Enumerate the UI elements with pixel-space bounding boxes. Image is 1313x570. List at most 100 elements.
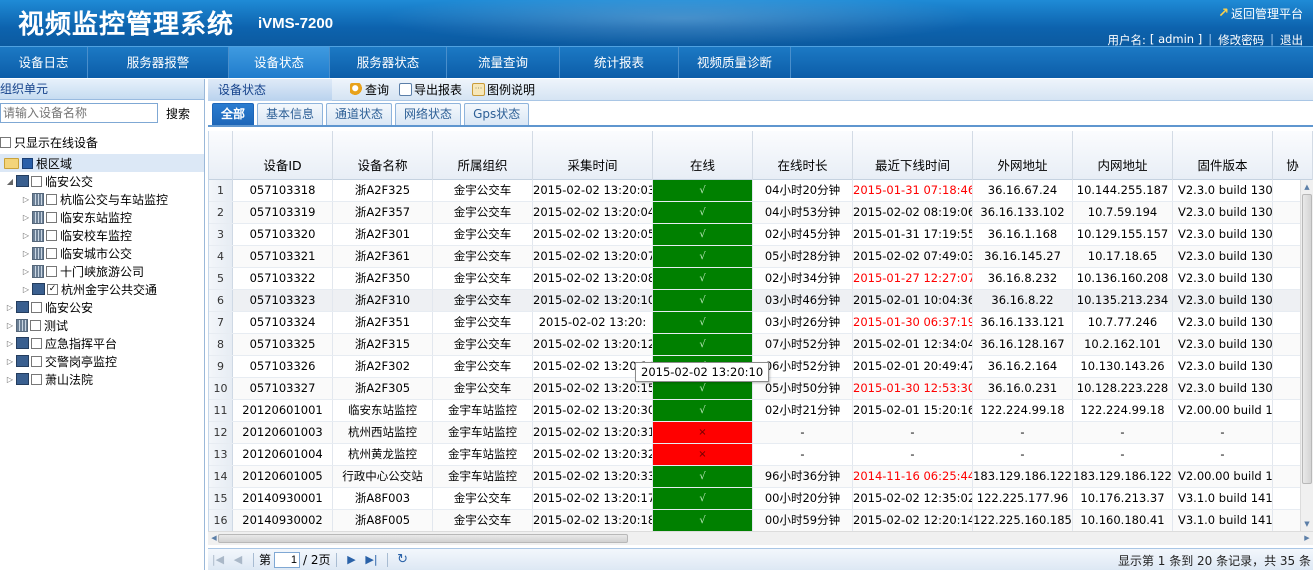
legend-button[interactable]: ··· 图例说明 [472,81,535,98]
table-row[interactable]: 4 057103321 浙A2F361 金宇公交车 2015-02-02 13:20:0… [209,246,1313,268]
tree-node[interactable]: ▷ 交警岗亭监控 [0,352,204,370]
table-row[interactable]: 16 20140930002 浙A8F005 金宇公交车 2015-02-02 13:2… [209,510,1313,531]
tree-node[interactable]: 根区域 [0,154,204,172]
vertical-scroll-thumb[interactable] [1302,194,1312,484]
col-header-wan-address[interactable]: 外网地址 [973,131,1073,180]
col-header-online-duration[interactable]: 在线时长 [753,131,853,180]
tree-node[interactable]: ▷ 临安东站监控 [0,208,204,226]
table-row[interactable]: 11 20120601001 临安东站监控 金宇车站监控 2015-02-02 13:2… [209,400,1313,422]
tab-basic-info[interactable]: 基本信息 [257,103,324,125]
tab-gps-status[interactable]: Gps状态 [464,103,530,125]
expand-icon[interactable]: ▷ [4,303,16,312]
expand-icon[interactable]: ▷ [20,195,32,204]
tree-checkbox[interactable] [46,247,57,259]
expand-icon[interactable]: ▷ [20,231,32,240]
tab-all[interactable]: 全部 [212,103,255,125]
table-row[interactable]: 5 057103322 浙A2F350 金宇公交车 2015-02-02 13:20:0… [209,268,1313,290]
tree-checkbox[interactable] [31,337,42,349]
col-header-protocol[interactable]: 协 [1273,131,1313,180]
logout-link[interactable]: 退出 [1276,32,1307,46]
tree-checkbox[interactable] [31,175,42,187]
tree-checkbox[interactable] [46,265,57,277]
expand-icon[interactable]: ▷ [20,267,32,276]
nav-device-status[interactable]: 设备状态 [229,47,330,78]
col-header-online[interactable]: 在线 [653,131,753,180]
col-header-last-offline[interactable]: 最近下线时间 [853,131,973,180]
col-header-collect-time[interactable]: 采集时间 [533,131,653,180]
expand-icon[interactable]: ▷ [20,213,32,222]
scroll-up-icon[interactable]: ▲ [1301,181,1313,193]
scroll-right-icon[interactable]: ▶ [1301,532,1313,545]
tree-node[interactable]: ▷ 测试 [0,316,204,334]
nav-server-status[interactable]: 服务器状态 [330,47,447,78]
horizontal-scrollbar[interactable]: ◀ ▶ [208,531,1313,545]
tree-node[interactable]: ◢ 临安公交 [0,172,204,190]
col-header-device-name[interactable]: 设备名称 [333,131,433,180]
expand-icon[interactable]: ▷ [4,375,16,384]
table-row[interactable]: 7 057103324 浙A2F351 金宇公交车 2015-02-02 13:20: √… [209,312,1313,334]
scroll-down-icon[interactable]: ▼ [1301,518,1313,530]
tree-checkbox[interactable] [30,319,41,331]
col-header-device-id[interactable]: 设备ID [233,131,333,180]
export-button[interactable]: 导出报表 [399,81,462,98]
tree-checkbox[interactable] [46,229,57,241]
col-header-lan-address[interactable]: 内网地址 [1073,131,1173,180]
collapse-icon[interactable]: ◢ [4,177,16,186]
table-row[interactable]: 12 20120601003 杭州西站监控 金宇车站监控 2015-02-02 13:2… [209,422,1313,444]
page-number-input[interactable] [274,551,301,568]
table-row[interactable]: 15 20140930001 浙A8F003 金宇公交车 2015-02-02 13:2… [209,488,1313,510]
tree-checkbox[interactable] [31,373,42,385]
table-row[interactable]: 6 057103323 浙A2F310 金宇公交车 2015-02-02 13:20:1… [209,290,1313,312]
tree-checkbox[interactable] [46,211,57,223]
online-only-checkbox[interactable]: 只显示在线设备 [0,132,204,152]
tree-node[interactable]: ▷ ✓ 杭州金宇公共交通 [0,280,204,298]
tab-channel-status[interactable]: 通道状态 [326,103,393,125]
vertical-scrollbar[interactable]: ▲ ▼ [1300,180,1313,531]
table-row[interactable]: 14 20120601005 行政中心公交站 金宇车站监控 2015-02-02 13:… [209,466,1313,488]
expand-icon[interactable]: ▷ [20,249,32,258]
checkbox-icon[interactable] [0,136,11,148]
nav-device-log[interactable]: 设备日志 [0,47,88,78]
nav-server-alarm[interactable]: 服务器报警 [88,47,229,78]
back-to-platform-link[interactable]: ↗ 返回管理平台 [1218,5,1303,22]
tree-checkbox[interactable] [31,355,42,367]
prev-page-icon[interactable]: ◀ [228,553,248,566]
tree-node[interactable]: ▷ 临安城市公交 [0,244,204,262]
tree-node[interactable]: ▷ 十门峡旅游公司 [0,262,204,280]
expand-icon[interactable]: ▷ [4,357,16,366]
expand-icon[interactable]: ▷ [4,321,16,330]
col-header-org[interactable]: 所属组织 [433,131,533,180]
tree-node[interactable]: ▷ 杭临公交与车站监控 [0,190,204,208]
row-number-header [209,131,233,180]
tree-checkbox[interactable] [22,157,33,169]
nav-traffic-query[interactable]: 流量查询 [447,47,560,78]
tab-network-status[interactable]: 网络状态 [395,103,462,125]
tree-node[interactable]: ▷ 临安校车监控 [0,226,204,244]
change-password-link[interactable]: 修改密码 [1214,32,1268,46]
cell-collect-time: 2015-02-02 13:20:30 [533,400,653,421]
tree-node[interactable]: ▷ 萧山法院 [0,370,204,388]
refresh-icon[interactable]: ↻ [393,552,413,567]
nav-video-quality[interactable]: 视频质量诊断 [679,47,791,78]
expand-icon[interactable]: ▷ [4,339,16,348]
table-row[interactable]: 3 057103320 浙A2F301 金宇公交车 2015-02-02 13:20:0… [209,224,1313,246]
table-row[interactable]: 8 057103325 浙A2F315 金宇公交车 2015-02-02 13:20:1… [209,334,1313,356]
next-page-icon[interactable]: ▶ [342,553,362,566]
last-page-icon[interactable]: ▶| [362,553,382,566]
tree-checkbox[interactable] [31,301,42,313]
col-header-firmware[interactable]: 固件版本 [1173,131,1273,180]
table-row[interactable]: 2 057103319 浙A2F357 金宇公交车 2015-02-02 13:20:0… [209,202,1313,224]
device-search-input[interactable] [0,103,158,123]
table-row[interactable]: 13 20120601004 杭州黄龙监控 金宇车站监控 2015-02-02 13:2… [209,444,1313,466]
nav-statistics[interactable]: 统计报表 [560,47,679,78]
tree-node[interactable]: ▷ 应急指挥平台 [0,334,204,352]
tree-checkbox[interactable]: ✓ [47,283,58,295]
query-button[interactable]: 查询 [350,81,389,98]
table-row[interactable]: 1 057103318 浙A2F325 金宇公交车 2015-02-02 13:20:0… [209,180,1313,202]
search-button[interactable]: 搜索 [162,105,194,122]
tree-node[interactable]: ▷ 临安公安 [0,298,204,316]
horizontal-scroll-thumb[interactable] [218,534,628,543]
first-page-icon[interactable]: |◀ [208,553,228,566]
expand-icon[interactable]: ▷ [20,285,32,294]
tree-checkbox[interactable] [46,193,57,205]
